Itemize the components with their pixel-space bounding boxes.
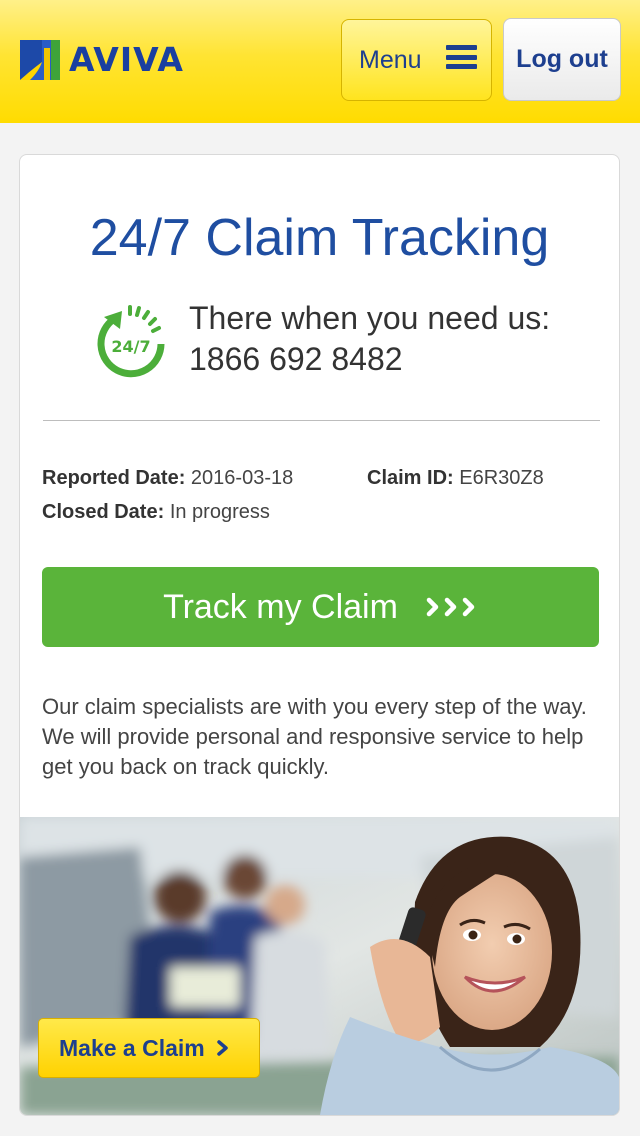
tagline-text: There when you need us:	[189, 300, 551, 336]
claim-description: Our claim specialists are with you every…	[42, 694, 587, 779]
menu-icon	[446, 45, 477, 69]
make-claim-button[interactable]: Make a Claim	[38, 1018, 260, 1078]
page-title: 24/7 Claim Tracking	[89, 209, 550, 267]
logo-text: AVIVA	[69, 40, 184, 79]
chevron-right-icon	[217, 1040, 228, 1056]
claim-card: 24/7 Claim Tracking 24/7 There when you …	[19, 154, 620, 1116]
track-claim-label: Track my Claim	[163, 587, 398, 626]
hero-photo: Make a Claim	[20, 817, 619, 1115]
reported-date-label: Reported Date:	[42, 467, 186, 489]
closed-date-value: In progress	[169, 501, 270, 523]
clock-badge-text: 24/7	[111, 337, 150, 356]
app-header: AVIVA Menu Log out	[0, 0, 640, 123]
claim-id-label: Claim ID:	[367, 467, 454, 489]
aviva-logo-mark-icon	[20, 40, 60, 80]
divider	[43, 420, 600, 421]
reported-date: Reported Date: 2016-03-18	[42, 467, 293, 490]
claim-id-value: E6R30Z8	[459, 467, 544, 489]
clock-24-7-icon: 24/7	[97, 305, 165, 378]
contact-tagline: There when you need us: 1866 692 8482	[189, 298, 550, 380]
claim-id: Claim ID: E6R30Z8	[367, 467, 544, 490]
menu-button-label: Menu	[359, 45, 422, 74]
aviva-logo[interactable]: AVIVA	[20, 40, 184, 80]
menu-button[interactable]: Menu	[341, 19, 492, 101]
track-claim-button[interactable]: Track my Claim	[42, 567, 599, 647]
reported-date-value: 2016-03-18	[190, 467, 294, 489]
logout-button[interactable]: Log out	[503, 18, 621, 101]
make-claim-label: Make a Claim	[59, 1034, 205, 1061]
closed-date: Closed Date: In progress	[42, 501, 270, 524]
phone-number[interactable]: 1866 692 8482	[189, 339, 550, 380]
triple-chevron-right-icon	[426, 597, 475, 617]
closed-date-label: Closed Date:	[42, 501, 165, 523]
